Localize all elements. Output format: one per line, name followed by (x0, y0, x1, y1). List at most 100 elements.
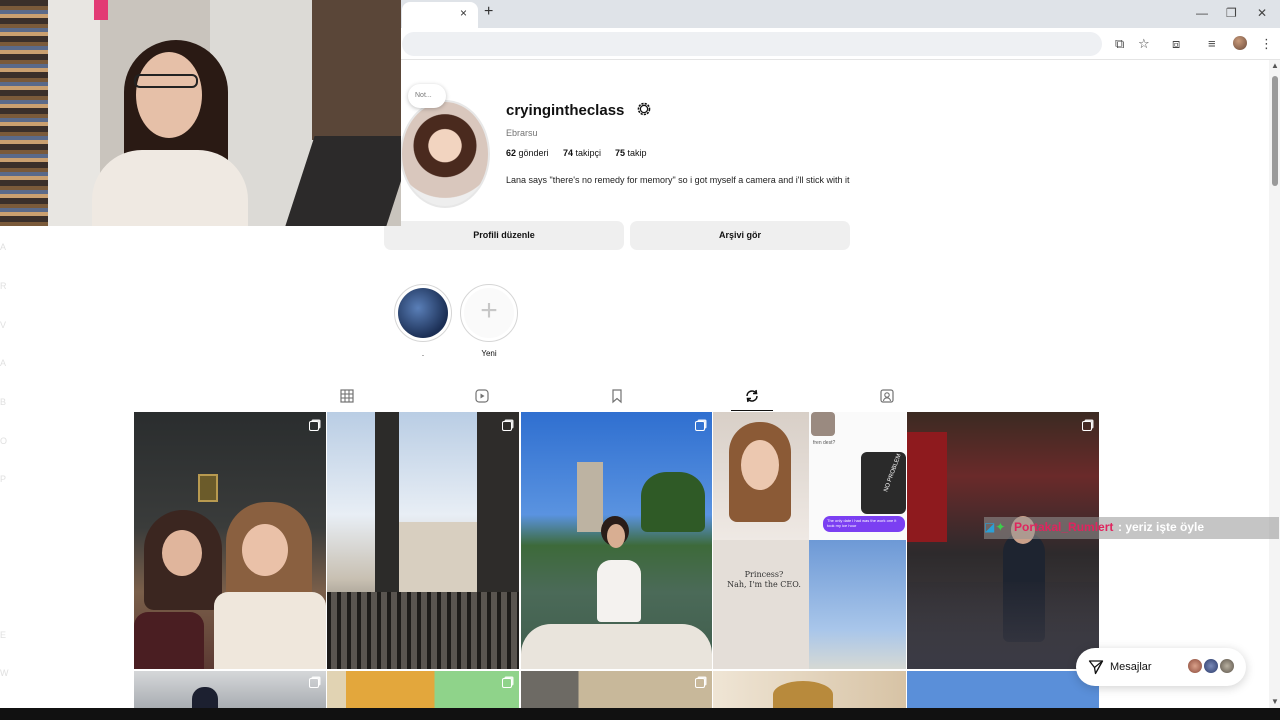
sidebar-faded-letter: P (0, 474, 7, 484)
trees (641, 472, 705, 532)
chat-badge-icons: ◪✦ (984, 520, 1006, 534)
messages-label: Mesajlar (1110, 661, 1152, 673)
saved-bookmark-icon[interactable] (609, 388, 625, 404)
streamer-shirt (92, 150, 248, 226)
sidebar-faded-letter: B (0, 397, 7, 407)
selfie-face (741, 440, 779, 490)
posts-count: 62 (506, 148, 517, 158)
person-left-face (162, 530, 202, 576)
browser-profile-avatar[interactable] (1233, 36, 1247, 50)
message-avatar (1219, 658, 1235, 674)
dark-jacket (134, 612, 204, 669)
grid-post-window-view[interactable] (327, 412, 519, 669)
sidebar-faded-letter: V (0, 320, 7, 330)
scroll-down-arrow-icon[interactable]: ▼ (1271, 697, 1279, 706)
address-bar[interactable] (402, 32, 1102, 56)
multi-photo-icon (695, 678, 705, 688)
person-right-face (242, 524, 288, 576)
boat (521, 624, 712, 669)
pink-object (94, 0, 108, 20)
reposts-icon[interactable] (744, 388, 760, 404)
grid-post-collage[interactable]: fren dest? NO PROBLEM The only date i ha… (713, 412, 906, 669)
following-count: 75 (615, 148, 626, 158)
collage-chat: fren dest? NO PROBLEM The only date i ha… (809, 412, 906, 540)
grid-post-row2-3[interactable] (521, 671, 712, 708)
sidebar-faded-letter: E (0, 630, 7, 640)
multi-photo-icon (695, 421, 705, 431)
sidebar-faded-letter: A (0, 242, 7, 252)
grid-post-row2-1[interactable] (134, 671, 326, 708)
wrought-iron-railing (327, 592, 519, 669)
collage-sky (809, 540, 906, 669)
browser-menu-icon[interactable]: ⋮ (1260, 36, 1273, 52)
posts-grid-icon[interactable] (339, 388, 355, 404)
minimize-button[interactable]: — (1196, 6, 1208, 20)
reels-icon[interactable] (474, 388, 490, 404)
wooden-door (312, 0, 401, 140)
bookmark-star-icon[interactable]: ☆ (1138, 36, 1150, 52)
webcam-overlay (0, 0, 401, 226)
grid-post-louvre-selfie[interactable] (134, 412, 326, 669)
new-tab-button[interactable]: + (484, 3, 493, 21)
multi-photo-icon (309, 678, 319, 688)
profile-username: cryinginthe­class (506, 102, 625, 119)
building (399, 522, 477, 592)
chat-small-text: fren dest? (813, 440, 836, 446)
grid-post-row2-5[interactable] (907, 671, 1099, 708)
tagged-icon[interactable] (879, 388, 895, 404)
white-jacket (214, 592, 326, 669)
message-avatar (1187, 658, 1203, 674)
scroll-up-arrow-icon[interactable]: ▲ (1271, 61, 1279, 70)
profile-avatar[interactable] (400, 100, 490, 208)
chat-message: : yeriz işte öyle (1118, 520, 1205, 534)
chat-username: Portakal_Rumlert (1014, 520, 1114, 534)
sidebar-faded-letter: A (0, 358, 7, 368)
profile-bio: Lana says "there's no remedy for memory"… (506, 175, 850, 185)
scrollbar-thumb[interactable] (1272, 76, 1278, 186)
followers-label: takipçi (575, 148, 602, 158)
note-text: Not... (415, 92, 432, 99)
note-bubble[interactable]: Not... (408, 84, 446, 108)
message-avatar (1203, 658, 1219, 674)
chat-purple-bubble: The only date i had was the work one it … (823, 516, 905, 532)
painting-frame (198, 474, 218, 502)
extensions-icon[interactable]: ⧈ (1172, 36, 1180, 52)
following-stat[interactable]: 75 takip (615, 148, 647, 158)
view-archive-button[interactable]: Arşivi gör (630, 221, 850, 250)
edit-profile-button[interactable]: Profili düzenle (384, 221, 624, 250)
media-control-icon[interactable]: ≡ (1208, 36, 1216, 51)
streamer-face (136, 52, 202, 138)
close-window-button[interactable]: ✕ (1257, 6, 1267, 20)
monument-column (577, 462, 603, 532)
profile-full-name: Ebrarsu (506, 128, 538, 138)
shirt-text: Princess? Nah, I'm the CEO. (727, 570, 801, 589)
collage-shirt: Princess? Nah, I'm the CEO. (713, 540, 809, 669)
followers-stat[interactable]: 74 takipçi (563, 148, 601, 158)
grid-post-row2-4[interactable] (713, 671, 906, 708)
followers-count: 74 (563, 148, 574, 158)
active-tab-indicator (731, 410, 773, 411)
new-highlight-label: Yeni (481, 349, 497, 358)
sidebar-faded-letter: R (0, 281, 7, 291)
grid-post-park-boat[interactable] (521, 412, 712, 669)
new-highlight-plus-icon[interactable]: + (464, 288, 514, 338)
grid-post-mall-crowd[interactable] (907, 412, 1099, 669)
flowers (773, 681, 833, 708)
cast-icon[interactable]: ⧉ (1115, 36, 1124, 52)
chat-photo: NO PROBLEM (861, 452, 906, 514)
tab-close-icon[interactable]: × (460, 6, 467, 20)
direct-message-icon[interactable] (1088, 659, 1104, 675)
restore-button[interactable]: ❐ (1226, 6, 1237, 20)
highlight-thumbnail[interactable] (398, 288, 448, 338)
white-top (597, 560, 641, 622)
crowd (907, 582, 1099, 669)
multi-photo-icon (1082, 421, 1092, 431)
bookshelf (0, 0, 48, 226)
red-wall (907, 432, 947, 542)
multi-photo-icon (502, 421, 512, 431)
settings-gear-icon[interactable] (636, 101, 652, 117)
grid-post-row2-2[interactable] (327, 671, 519, 708)
posts-count-stat[interactable]: 62 gönderi (506, 148, 549, 158)
multi-photo-icon (309, 421, 319, 431)
person-face (607, 524, 625, 548)
